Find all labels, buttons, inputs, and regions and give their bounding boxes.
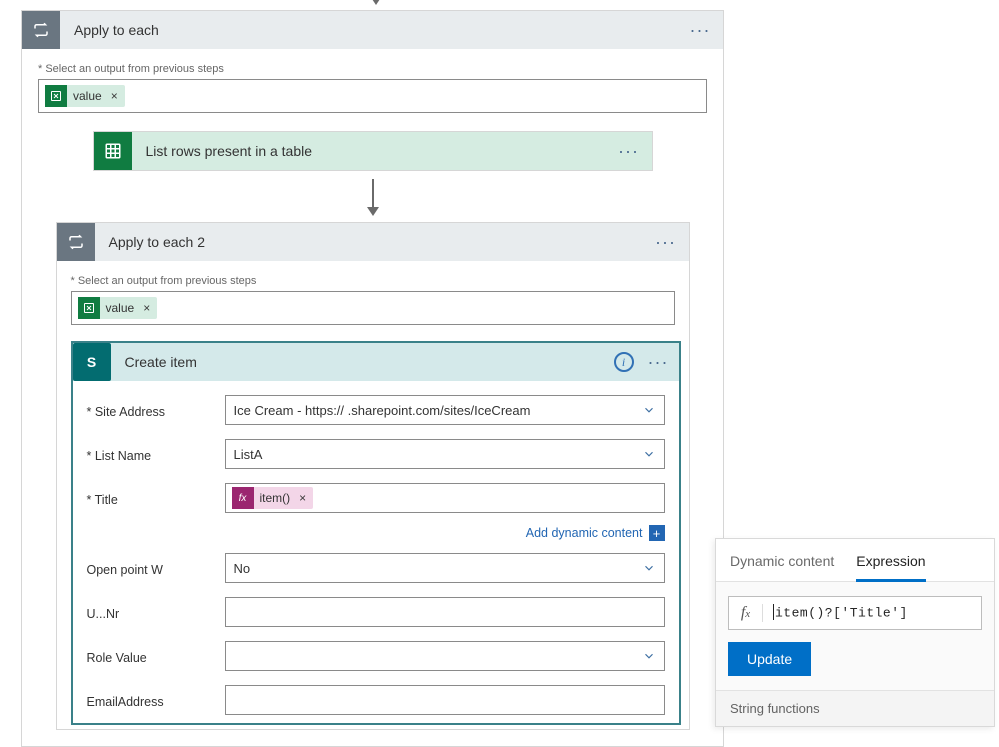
loop-icon — [22, 11, 60, 49]
expression-text: item()?['Title'] — [763, 605, 981, 621]
fx-icon: fx — [729, 604, 763, 622]
apply-to-each-header[interactable]: Apply to each ··· — [22, 11, 723, 49]
list-rows-card[interactable]: List rows present in a table ··· — [93, 131, 653, 171]
chip-remove-icon[interactable]: × — [140, 301, 153, 315]
list-name-value: ListA — [234, 447, 263, 462]
excel-icon — [78, 297, 100, 319]
role-value-select[interactable] — [225, 641, 665, 671]
info-icon[interactable]: i — [614, 352, 634, 372]
chevron-down-icon — [642, 447, 656, 461]
list-name-select[interactable]: ListA — [225, 439, 665, 469]
open-point-w-value: No — [234, 561, 251, 576]
card-menu-button[interactable]: ··· — [677, 21, 723, 39]
card-menu-button[interactable]: ··· — [606, 142, 652, 160]
update-button[interactable]: Update — [728, 642, 811, 676]
chip-text: item() — [254, 491, 297, 505]
chip-text: value — [67, 89, 108, 103]
excel-icon — [94, 132, 132, 170]
apply-to-each-2-card: Apply to each 2 ··· Select an output fro… — [56, 222, 690, 730]
card-title: Apply to each 2 — [95, 234, 643, 250]
excel-icon — [45, 85, 67, 107]
expression-input[interactable]: fx item()?['Title'] — [728, 596, 982, 630]
card-title: List rows present in a table — [132, 143, 606, 159]
card-title: Create item — [111, 354, 614, 370]
email-address-label: EmailAddress — [87, 691, 225, 709]
card-title: Apply to each — [60, 22, 677, 38]
email-address-input[interactable] — [225, 685, 665, 715]
title-label: Title — [87, 489, 225, 507]
fx-icon: fx — [232, 487, 254, 509]
site-address-select[interactable]: Ice Cream - https:// .sharepoint.com/sit… — [225, 395, 665, 425]
apply-to-each-card: Apply to each ··· Select an output from … — [21, 10, 724, 747]
select-output-label: Select an output from previous steps — [71, 275, 675, 287]
open-point-w-select[interactable]: No — [225, 553, 665, 583]
expression-chip[interactable]: fx item() × — [232, 487, 314, 509]
unr-input[interactable] — [225, 597, 665, 627]
expression-panel: Dynamic content Expression fx item()?['T… — [715, 538, 995, 727]
open-point-w-label: Open point W — [87, 559, 225, 577]
plus-icon: + — [649, 525, 665, 541]
chip-remove-icon[interactable]: × — [108, 89, 121, 103]
role-value-label: Role Value — [87, 647, 225, 665]
apply-to-each-2-header[interactable]: Apply to each 2 ··· — [57, 223, 689, 261]
chevron-down-icon — [642, 561, 656, 575]
create-item-card: S Create item i ··· Site Address — [71, 341, 681, 725]
flow-arrow-icon — [367, 179, 379, 216]
add-dynamic-content-link[interactable]: Add dynamic content + — [73, 525, 665, 541]
create-item-header[interactable]: S Create item i ··· — [73, 343, 679, 381]
token-chip[interactable]: value × — [45, 85, 125, 107]
site-address-label: Site Address — [87, 401, 225, 419]
select-output-input[interactable]: value × — [71, 291, 675, 325]
sharepoint-icon: S — [73, 343, 111, 381]
chevron-down-icon — [642, 403, 656, 417]
tab-dynamic-content[interactable]: Dynamic content — [730, 547, 834, 581]
site-address-value: Ice Cream - https:// .sharepoint.com/sit… — [234, 403, 531, 418]
token-chip[interactable]: value × — [78, 297, 158, 319]
card-menu-button[interactable]: ··· — [643, 233, 689, 251]
card-menu-button[interactable]: ··· — [648, 353, 669, 371]
chevron-down-icon — [642, 649, 656, 663]
title-input[interactable]: fx item() × — [225, 483, 665, 513]
select-output-label: Select an output from previous steps — [38, 63, 707, 75]
chip-remove-icon[interactable]: × — [296, 491, 309, 505]
select-output-input[interactable]: value × — [38, 79, 707, 113]
unr-label: U...Nr — [87, 603, 225, 621]
loop-icon — [57, 223, 95, 261]
chip-text: value — [100, 301, 141, 315]
tab-expression[interactable]: Expression — [856, 547, 925, 582]
list-name-label: List Name — [87, 445, 225, 463]
